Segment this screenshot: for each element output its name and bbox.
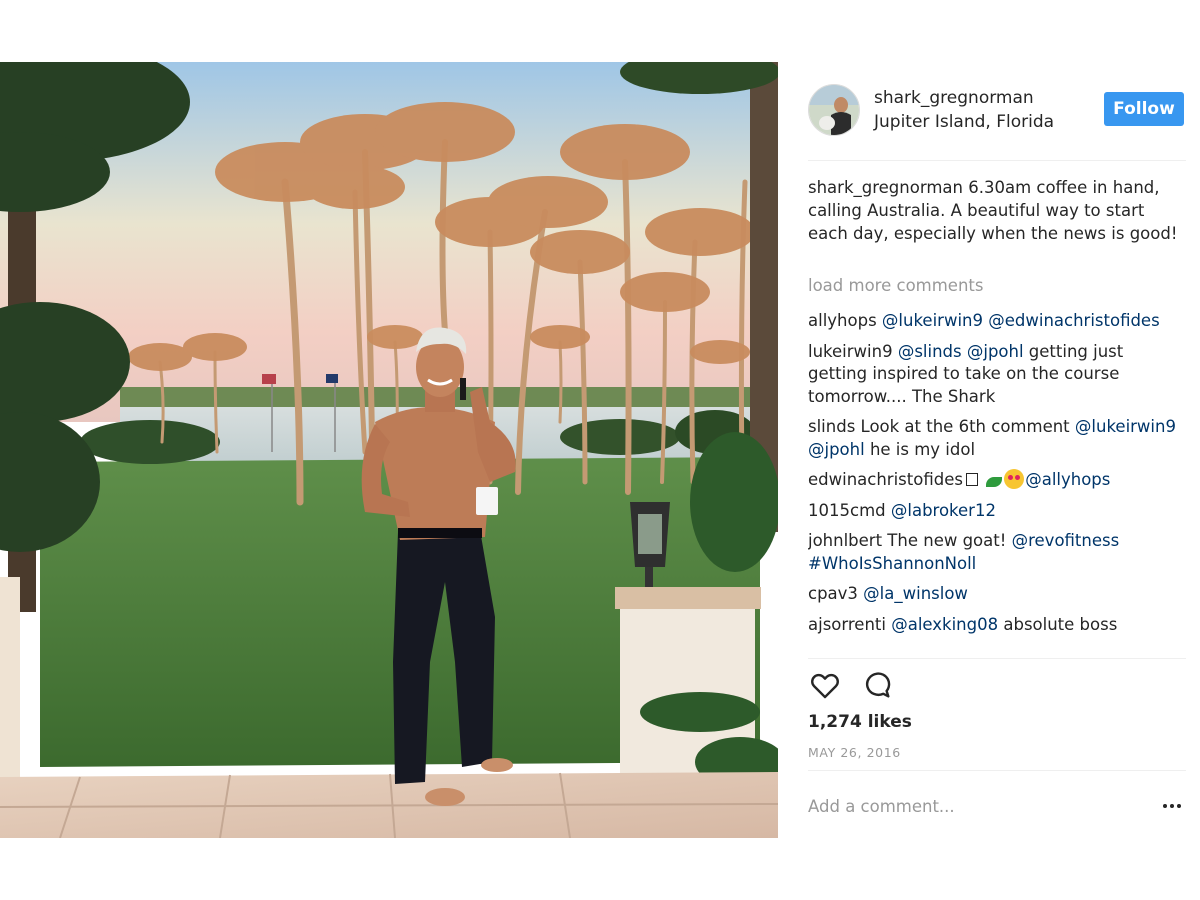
add-comment-input[interactable]: [808, 790, 1138, 822]
comment-username[interactable]: cpav3: [808, 584, 858, 603]
post-photo: [0, 62, 778, 838]
comment-mention[interactable]: @la_winslow: [863, 584, 968, 603]
likes-count[interactable]: 1,274 likes: [808, 712, 912, 732]
caption-username[interactable]: shark_gregnorman: [808, 178, 963, 197]
comment-username[interactable]: slinds: [808, 417, 855, 436]
leaf-emoji-icon: [986, 477, 1003, 487]
post-actions: [808, 668, 1186, 708]
list-item: cpav3 @la_winslow: [808, 583, 1186, 606]
dot: [1170, 804, 1174, 808]
heart-eyes-emoji-icon: [1004, 469, 1025, 489]
comment-hashtag[interactable]: #WhoIsShannonNoll: [808, 554, 976, 573]
comment-username[interactable]: 1015cmd: [808, 501, 886, 520]
comment-mention[interactable]: @jpohl: [967, 342, 1024, 361]
comment-mention[interactable]: @allyhops: [1025, 470, 1110, 489]
footer-divider: [808, 770, 1186, 771]
list-item: 1015cmd @labroker12: [808, 500, 1186, 523]
comment-text: absolute boss: [998, 614, 1118, 634]
comments-divider: [808, 658, 1186, 659]
post-sidebar: shark_gregnorman Jupiter Island, Florida…: [778, 62, 1200, 838]
post-location[interactable]: Jupiter Island, Florida: [874, 112, 1054, 132]
comment-mention[interactable]: @lukeirwin9: [1075, 417, 1176, 436]
list-item: allyhops @lukeirwin9 @edwinachristofides: [808, 310, 1186, 333]
header-divider: [808, 160, 1186, 161]
dot: [1163, 804, 1167, 808]
comment-mention[interactable]: @slinds: [898, 342, 962, 361]
comment-mention[interactable]: @alexking08: [891, 615, 998, 634]
list-item: edwinachristofides @allyhops: [808, 469, 1186, 492]
dot: [1177, 804, 1181, 808]
list-item: lukeirwin9 @slinds @jpohl getting just g…: [808, 341, 1186, 409]
list-item: slinds Look at the 6th comment @lukeirwi…: [808, 416, 1186, 461]
load-more-comments-link[interactable]: load more comments: [808, 276, 983, 295]
comment-mention[interactable]: @edwinachristofides: [988, 311, 1159, 330]
comment-mention[interactable]: @labroker12: [891, 501, 996, 520]
comment-text: The new goat!: [882, 531, 1012, 550]
list-item: johnlbert The new goat! @revofitness #Wh…: [808, 530, 1186, 575]
post-date: MAY 26, 2016: [808, 745, 901, 760]
heart-icon[interactable]: [808, 668, 844, 704]
comment-username[interactable]: edwinachristofides: [808, 470, 963, 489]
comment-mention[interactable]: @jpohl: [808, 440, 865, 459]
comment-username[interactable]: johnlbert: [808, 531, 882, 550]
post-username[interactable]: shark_gregnorman: [874, 88, 1034, 108]
comment-username[interactable]: ajsorrenti: [808, 615, 886, 634]
avatar[interactable]: [808, 84, 860, 136]
comment-text: he is my idol: [864, 439, 976, 459]
post-header: shark_gregnorman Jupiter Island, Florida…: [808, 82, 1186, 142]
list-item: ajsorrenti @alexking08 absolute boss: [808, 614, 1186, 637]
post-caption: shark_gregnorman 6.30am coffee in hand, …: [808, 176, 1186, 245]
follow-button[interactable]: Follow: [1104, 92, 1184, 126]
comment-username[interactable]: allyhops: [808, 311, 877, 330]
comment-mention[interactable]: @revofitness: [1012, 531, 1120, 550]
comment-text: Look at the 6th comment: [855, 417, 1070, 436]
missing-glyph-icon: [965, 473, 978, 486]
comment-username[interactable]: lukeirwin9: [808, 342, 893, 361]
comments-list: allyhops @lukeirwin9 @edwinachristofides…: [808, 310, 1186, 658]
more-options-icon[interactable]: [1158, 792, 1186, 820]
comment-bubble-icon[interactable]: [860, 668, 896, 704]
comment-mention[interactable]: @lukeirwin9: [882, 311, 983, 330]
